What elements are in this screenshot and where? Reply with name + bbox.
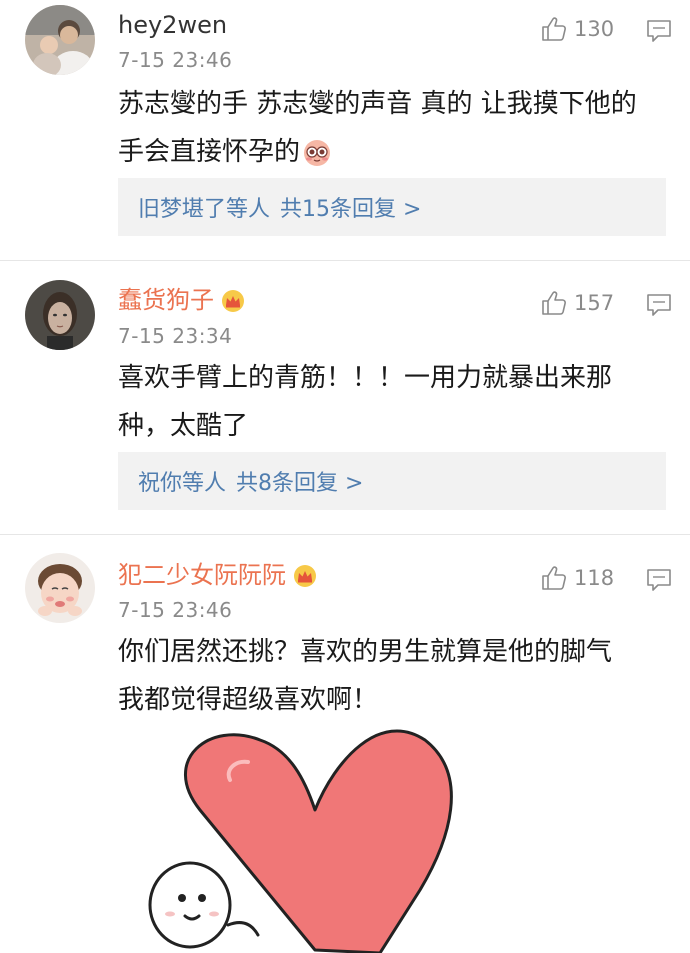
reply-summary[interactable]: 祝你等人 共8条回复 > [118,452,666,510]
reply-count: 共8条回复 > [236,471,364,496]
comment-text: 苏志燮的手 苏志燮的声音 真的 让我摸下他的 手会直接怀孕的 [118,80,678,176]
like-button[interactable]: 118 [540,563,614,593]
crown-icon [294,565,316,587]
reply-names: 祝你等人 [138,471,227,496]
like-count: 157 [574,291,615,315]
like-count: 130 [574,17,615,41]
comment-icon[interactable] [645,292,673,318]
thumbs-up-icon [542,566,566,590]
username-text: 犯二少女阮阮阮 [118,561,286,589]
timestamp: 7-15 23:46 [118,598,233,622]
comment-icon[interactable] [645,567,673,593]
like-button[interactable]: 130 [540,14,614,44]
username[interactable]: 犯二少女阮阮阮 [118,560,318,590]
heart-sticker[interactable] [140,720,460,953]
crown-icon [222,290,244,312]
comment-feed: hey2wen 7-15 23:46 130 苏志燮的手 苏志燮的声音 真的 让… [0,0,690,953]
comment-text-line: 你们居然还挑？喜欢的男生就算是他的脚气 [118,637,613,667]
blush-emoji [304,139,331,166]
username-text: 蠢货狗子 [118,286,214,314]
username[interactable]: 蠢货狗子 [118,285,246,315]
avatar[interactable] [25,553,95,623]
thumbs-up-icon [542,291,566,315]
comment-text: 喜欢手臂上的青筋！！！一用力就暴出来那 种，太酷了 [118,354,678,450]
comment-icon[interactable] [645,18,673,44]
divider [0,260,690,261]
comment-text-fragment: 手会直接怀孕的 [118,137,301,167]
divider [0,534,690,535]
comment-text-line: 种，太酷了 [118,411,249,441]
comment-text-line: 手会直接怀孕的 [118,128,678,176]
avatar[interactable] [25,280,95,350]
avatar[interactable] [25,5,95,75]
timestamp: 7-15 23:46 [118,48,233,72]
comment-text: 你们居然还挑？喜欢的男生就算是他的脚气 我都觉得超级喜欢啊！ [118,628,678,724]
reply-names: 旧梦堪了等人 [138,197,271,222]
username[interactable]: hey2wen [118,10,227,40]
reply-count: 共15条回复 > [280,197,422,222]
like-button[interactable]: 157 [540,288,614,318]
like-count: 118 [574,566,615,590]
timestamp: 7-15 23:34 [118,324,233,348]
comment-text-line: 我都觉得超级喜欢啊！ [118,685,379,715]
comment-text-line: 喜欢手臂上的青筋！！！一用力就暴出来那 [118,363,613,393]
comment-text-line: 苏志燮的手 苏志燮的声音 真的 让我摸下他的 [118,89,637,119]
thumbs-up-icon [542,17,566,41]
reply-summary[interactable]: 旧梦堪了等人 共15条回复 > [118,178,666,236]
